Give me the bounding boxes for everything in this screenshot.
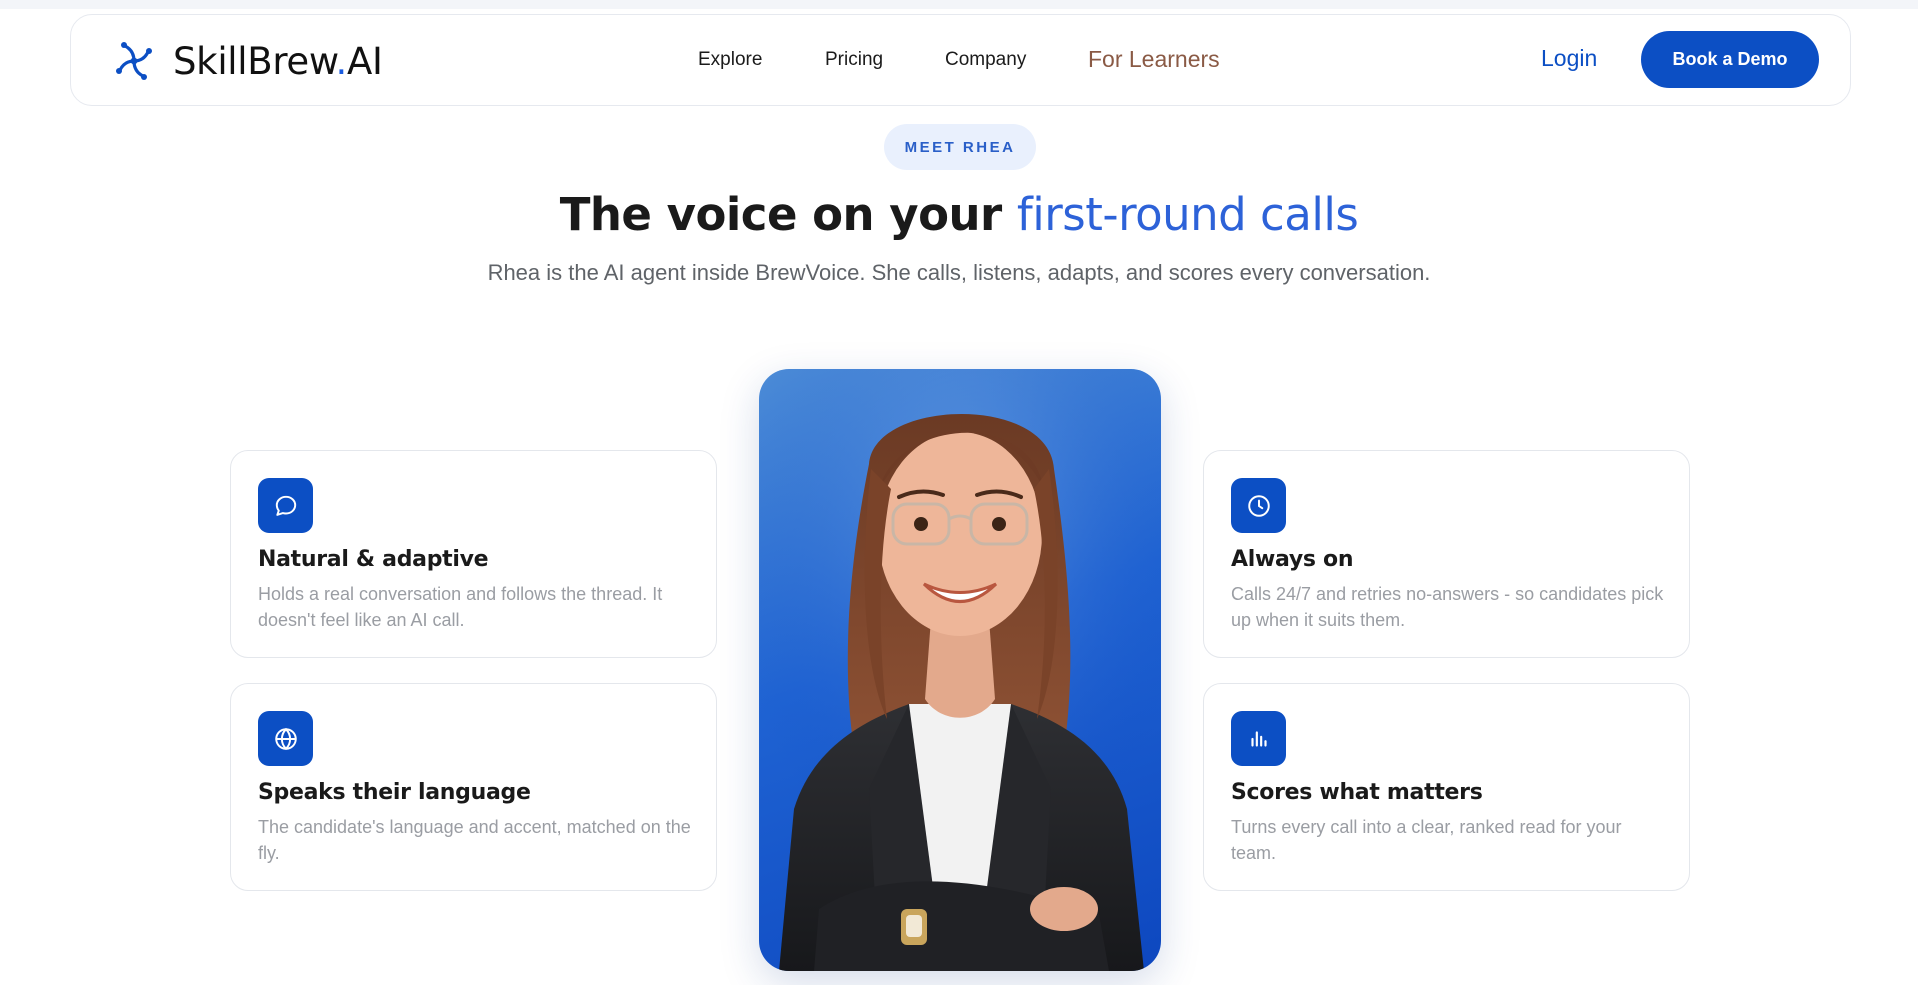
feature-desc: Calls 24/7 and retries no-answers - so c… [1231,584,1664,630]
hero-subhead: Rhea is the AI agent inside BrewVoice. S… [487,260,1431,285]
brand-logo[interactable]: SkillBrew.AI [109,35,383,87]
bar-chart-icon [1231,711,1286,766]
feature-card: Speaks their language The candidate's la… [230,683,717,891]
nav-pricing[interactable]: Pricing [825,49,883,71]
feature-card: Scores what matters Turns every call int… [1203,683,1690,891]
logo-icon [116,42,152,80]
globe-icon [258,711,313,766]
feature-title: Always on [1231,547,1354,572]
clock-icon [1231,478,1286,533]
feature-title: Natural & adaptive [258,547,489,572]
feature-card: Always on Calls 24/7 and retries no-answ… [1203,450,1690,658]
feature-desc: Holds a real conversation and follows th… [258,584,663,630]
rhea-portrait [759,369,1161,971]
book-demo-button[interactable]: Book a Demo [1641,31,1819,88]
feature-card: Natural & adaptive Holds a real conversa… [230,450,717,658]
section-eyebrow: MEET RHEA [884,124,1036,170]
nav-company[interactable]: Company [945,49,1026,71]
feature-title: Scores what matters [1231,780,1483,805]
hero-headline: The voice on your first-round calls [0,188,1918,241]
rhea-avatar-illustration [759,369,1161,971]
chat-bubble-icon [258,478,313,533]
navbar: SkillBrew.AI Explore Pricing Company For… [70,14,1851,106]
headline-start: The voice on your [559,188,1017,241]
nav-explore[interactable]: Explore [698,49,762,71]
feature-desc: The candidate's language and accent, mat… [258,817,691,863]
brand-name: SkillBrew.AI [173,39,383,83]
login-link[interactable]: Login [1541,45,1597,72]
top-strip [0,0,1918,9]
feature-desc: Turns every call into a clear, ranked re… [1231,817,1622,863]
headline-accent: first-round calls [1016,188,1359,241]
nav-for-learners[interactable]: For Learners [1088,46,1220,73]
feature-title: Speaks their language [258,780,531,805]
